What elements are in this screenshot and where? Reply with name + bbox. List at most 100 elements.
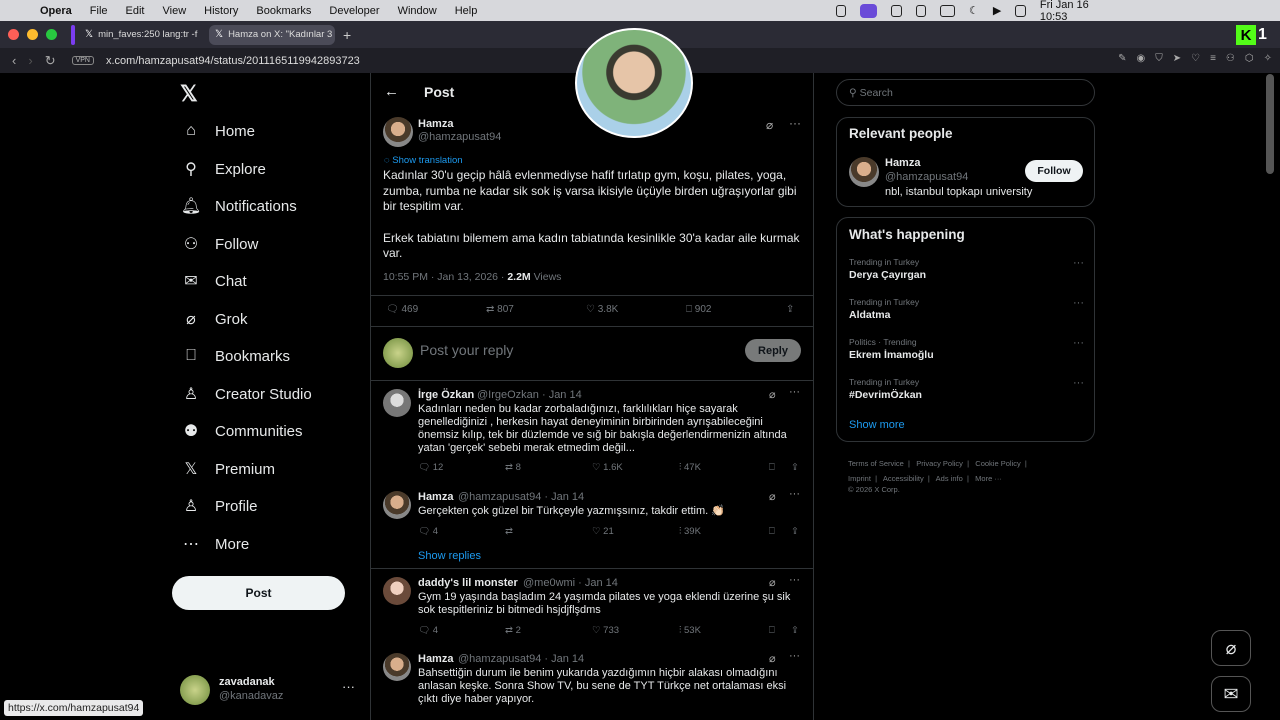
nav-notifications[interactable]: 🔔︎ Notifications <box>180 191 297 221</box>
footer-link-ads[interactable]: Ads info <box>936 474 963 483</box>
scrollbar[interactable] <box>1266 74 1274 174</box>
footer-link-terms[interactable]: Terms of Service <box>848 459 904 468</box>
views-action[interactable]: ⫶ 53K <box>679 625 769 636</box>
more-dots-icon[interactable]: ··· <box>789 116 801 130</box>
status-icon[interactable] <box>915 4 927 17</box>
show-translation-link[interactable]: ◌ Show translation <box>384 155 463 166</box>
post-author-handle[interactable]: @hamzapusat94 <box>418 131 501 143</box>
zoom-window-button[interactable] <box>46 29 57 40</box>
reply-action[interactable]: 🗨︎ 4 <box>418 625 505 636</box>
more-dots-icon[interactable]: ··· <box>789 488 800 500</box>
repost-action[interactable]: ⇄ 8 <box>505 462 592 473</box>
forward-icon[interactable]: › <box>28 53 32 68</box>
reply-action[interactable]: 🗨︎ 12 <box>418 462 505 473</box>
nav-chat[interactable]: ✉ Chat <box>180 266 246 296</box>
more-dots-icon[interactable]: ··· <box>342 679 355 694</box>
nav-explore[interactable]: ⚲ Explore <box>180 154 266 184</box>
list-icon[interactable]: ≡ <box>1210 53 1216 64</box>
vpn-badge[interactable]: VPN <box>71 56 94 65</box>
reply-action[interactable]: 🗨︎ 4 <box>418 526 505 537</box>
nav-follow[interactable]: ⚇ Follow <box>180 229 259 259</box>
footer-link-cookie[interactable]: Cookie Policy <box>975 459 1020 468</box>
account-icon[interactable]: ⚇ <box>1226 53 1235 64</box>
views-action[interactable]: ⫶ 39K <box>679 526 769 537</box>
reply-author-name[interactable]: Hamza <box>418 653 453 665</box>
grok-icon[interactable]: ⌀ <box>766 118 773 132</box>
like-action[interactable]: ♡ 3.8K <box>586 304 686 315</box>
grok-icon[interactable]: ⌀ <box>769 652 776 665</box>
repost-action[interactable]: ⇄ 807 <box>486 304 586 315</box>
reload-icon[interactable]: ↻ <box>45 53 56 69</box>
avatar[interactable] <box>383 491 411 519</box>
more-dots-icon[interactable]: ··· <box>1073 257 1084 269</box>
like-action[interactable]: ♡ 21 <box>592 526 679 537</box>
trend-item[interactable]: Trending in Turkey Aldatma ··· <box>849 297 1084 321</box>
avatar[interactable] <box>383 117 413 147</box>
more-dots-icon[interactable]: ··· <box>789 650 800 662</box>
menu-help[interactable]: Help <box>455 5 478 17</box>
menu-view[interactable]: View <box>163 5 187 17</box>
footer-link-imprint[interactable]: Imprint <box>848 474 871 483</box>
play-icon[interactable]: ▶ <box>993 4 1001 17</box>
person-name[interactable]: Hamza <box>885 157 920 169</box>
nav-bookmarks[interactable]: ⎕ Bookmarks <box>180 341 290 371</box>
person-handle[interactable]: @hamzapusat94 <box>885 171 968 183</box>
tab-search[interactable]: 𝕏min_faves:250 lang:tr -f <box>79 25 205 45</box>
share-icon[interactable]: ⇪ <box>791 625 799 636</box>
back-arrow-icon[interactable]: ← <box>384 83 399 100</box>
edit-icon[interactable]: ✎ <box>1118 53 1126 64</box>
nav-home[interactable]: ⌂ Home <box>180 116 255 146</box>
minimize-window-button[interactable] <box>27 29 38 40</box>
more-dots-icon[interactable]: ··· <box>1073 337 1084 349</box>
x-logo-icon[interactable]: 𝕏 <box>180 81 198 107</box>
status-icon[interactable] <box>836 4 847 17</box>
grok-icon[interactable]: ⌀ <box>769 490 776 503</box>
views-action[interactable]: ⫶ 47K <box>679 462 769 473</box>
repost-action[interactable]: ⇄ 2 <box>505 625 592 636</box>
avatar[interactable] <box>383 389 411 417</box>
avatar[interactable] <box>383 577 411 605</box>
tab-post[interactable]: 𝕏Hamza on X: "Kadınlar 3✕ <box>209 24 335 45</box>
battery-icon[interactable] <box>940 4 956 17</box>
show-more-link[interactable]: Show more <box>849 419 905 431</box>
heart-icon[interactable]: ♡ <box>1191 53 1200 64</box>
grok-icon[interactable]: ⌀ <box>769 576 776 589</box>
post-author-name[interactable]: Hamza <box>418 118 453 130</box>
reply-button[interactable]: Reply <box>745 339 801 362</box>
share-icon[interactable]: ⇪ <box>791 462 799 473</box>
post-button[interactable]: Post <box>172 576 345 610</box>
camera-icon[interactable]: ◉ <box>1136 53 1145 64</box>
close-window-button[interactable] <box>8 29 19 40</box>
reply-input[interactable]: Post your reply <box>420 342 513 358</box>
bookmark-icon[interactable]: ⎕ <box>769 462 791 473</box>
follow-button[interactable]: Follow <box>1025 160 1083 182</box>
avatar[interactable] <box>383 653 411 681</box>
menu-edit[interactable]: Edit <box>126 5 145 17</box>
more-dots-icon[interactable]: ··· <box>1073 377 1084 389</box>
more-dots-icon[interactable]: ··· <box>789 574 800 586</box>
like-action[interactable]: ♡ 733 <box>592 625 679 636</box>
repost-action[interactable]: ⇄ <box>505 526 592 537</box>
menu-developer[interactable]: Developer <box>329 5 379 17</box>
bookmark-icon[interactable]: ⎕ <box>769 625 791 636</box>
menu-app-name[interactable]: Opera <box>40 5 72 17</box>
control-center-icon[interactable] <box>1015 4 1026 17</box>
shield-icon[interactable]: ⛉ <box>1155 53 1163 64</box>
ai-icon[interactable]: ✧ <box>1264 53 1272 64</box>
nav-more[interactable]: ⋯ More <box>180 529 249 559</box>
reply-author-name[interactable]: daddy's lil monster <box>418 577 518 589</box>
avatar[interactable] <box>849 157 879 187</box>
reply-author-name[interactable]: İrge Özkan <box>418 389 474 401</box>
bookmark-icon[interactable]: ⎕ <box>769 526 791 537</box>
search-input[interactable]: ⚲ Search <box>836 79 1095 106</box>
nav-profile[interactable]: ♙ Profile <box>180 491 258 521</box>
send-icon[interactable]: ➤ <box>1173 53 1181 64</box>
menu-file[interactable]: File <box>90 5 108 17</box>
nav-creator-studio[interactable]: ♙ Creator Studio <box>180 379 312 409</box>
trend-item[interactable]: Trending in Turkey Derya Çayırgan ··· <box>849 257 1084 281</box>
account-switcher[interactable]: zavadanak @kanadavaz ··· <box>180 673 360 707</box>
nav-premium[interactable]: 𝕏 Premium <box>180 454 275 484</box>
messages-float-button[interactable]: ✉ <box>1211 676 1251 712</box>
new-tab-button[interactable]: + <box>343 27 351 43</box>
bookmark-action[interactable]: ⎕ 902 <box>686 304 786 315</box>
